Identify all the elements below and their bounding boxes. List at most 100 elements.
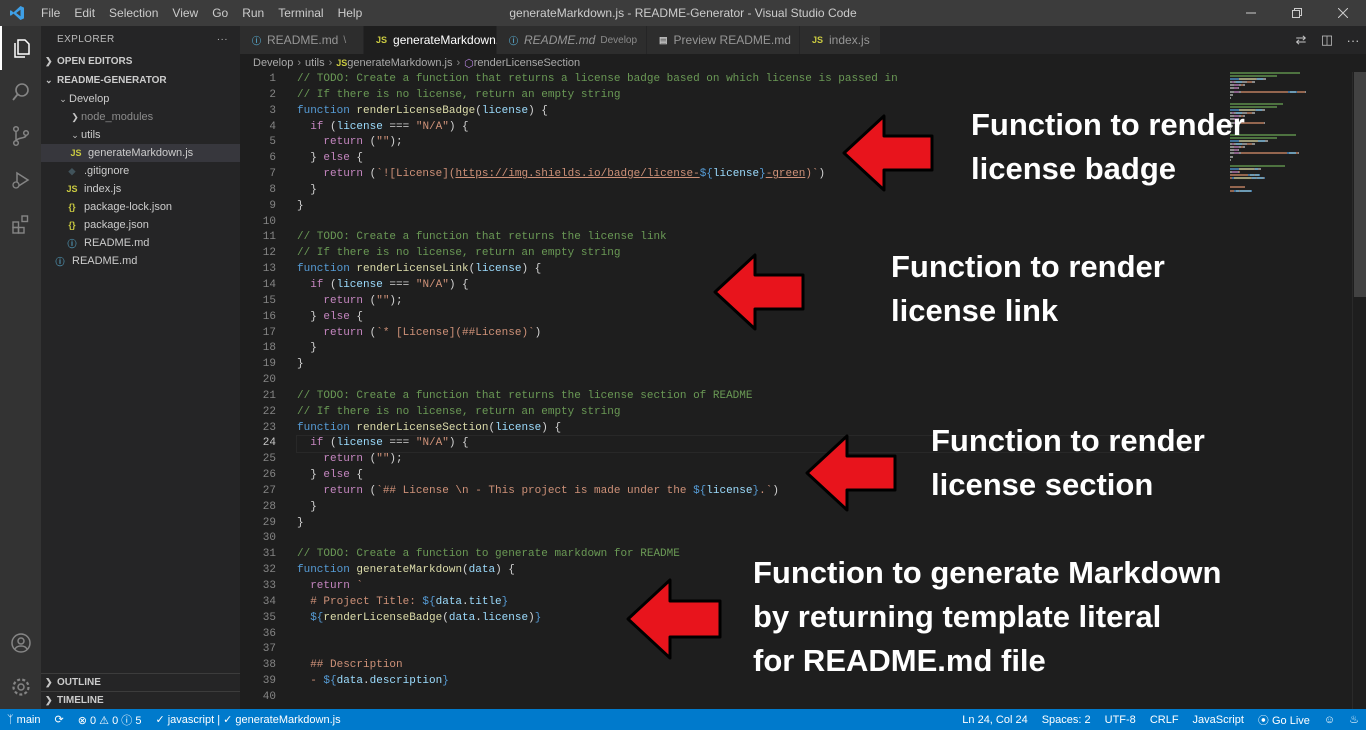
tree-item[interactable]: {} package-lock.json xyxy=(41,198,240,216)
language-check[interactable]: ✓ javascript | ✓ generateMarkdown.js xyxy=(148,713,347,726)
code-token: "" xyxy=(376,294,390,307)
line-number: 21 xyxy=(262,389,276,402)
tab-generatemarkdown-js[interactable]: JSgenerateMarkdown.js✕ xyxy=(364,26,524,54)
line-number: 7 xyxy=(269,168,276,181)
tab-preview-readme-md[interactable]: ▤ Preview README.md xyxy=(647,26,800,54)
code-line[interactable]: } xyxy=(297,357,1197,373)
restore-icon[interactable] xyxy=(1274,0,1320,26)
tree-item[interactable]: {} package.json xyxy=(41,216,240,234)
code-line[interactable] xyxy=(297,531,1197,547)
minimize-icon[interactable] xyxy=(1228,0,1274,26)
tree-item[interactable]: ⓘ README.md xyxy=(41,252,240,270)
annotation-line: license section xyxy=(931,467,1154,502)
chevron-down-icon: ⌄ xyxy=(71,129,79,140)
menu-item-selection[interactable]: Selection xyxy=(102,0,165,26)
menu-item-view[interactable]: View xyxy=(165,0,205,26)
code-line[interactable]: } xyxy=(297,341,1197,357)
breadcrumb-item[interactable]: utils xyxy=(305,57,325,69)
code-line[interactable]: } xyxy=(297,199,1197,215)
code-line[interactable] xyxy=(297,373,1197,389)
menu-item-edit[interactable]: Edit xyxy=(67,0,102,26)
tab-index-js[interactable]: JS index.js xyxy=(800,26,881,54)
line-number: 38 xyxy=(262,659,276,672)
indentation[interactable]: Spaces: 2 xyxy=(1035,714,1098,726)
breadcrumb-item[interactable]: Develop xyxy=(253,57,293,69)
tab-readme-md[interactable]: ⓘ README.md \ xyxy=(240,26,364,54)
window-controls xyxy=(1228,0,1366,26)
minimap-line xyxy=(1230,174,1352,177)
source-control-icon[interactable] xyxy=(0,114,41,158)
tree-item[interactable]: ⓘ README.md xyxy=(41,234,240,252)
more-actions-icon[interactable]: ··· xyxy=(217,34,228,45)
close-icon[interactable] xyxy=(1320,0,1366,26)
code-line[interactable] xyxy=(297,215,1197,231)
project-section[interactable]: ⌄ README-GENERATOR xyxy=(41,71,240,90)
editor-scrollbar[interactable] xyxy=(1352,72,1366,709)
line-number: 17 xyxy=(262,326,276,339)
code-token: ) xyxy=(528,611,535,624)
code-token: ${ xyxy=(310,611,324,624)
tab-label: Preview README.md xyxy=(673,33,791,47)
run-debug-icon[interactable] xyxy=(0,158,41,202)
breadcrumb-item[interactable]: renderLicenseSection xyxy=(474,57,580,69)
code-token: ${ xyxy=(693,484,707,497)
tree-item[interactable]: ⌄ utils xyxy=(41,126,240,144)
line-ending[interactable]: CRLF xyxy=(1143,714,1186,726)
tree-item-label: package.json xyxy=(84,219,149,231)
notifications-bell-icon[interactable]: ♨ xyxy=(1342,713,1366,726)
menu-item-help[interactable]: Help xyxy=(331,0,370,26)
menu-item-terminal[interactable]: Terminal xyxy=(271,0,330,26)
breadcrumb-item[interactable]: generateMarkdown.js xyxy=(347,57,452,69)
tree-item[interactable]: ❯ node_modules xyxy=(41,108,240,126)
more-actions-icon[interactable]: ··· xyxy=(1340,33,1366,48)
code-token: `## License \n - This project is made un… xyxy=(376,484,694,497)
minimap-segment xyxy=(1252,90,1288,93)
explorer-icon[interactable] xyxy=(0,26,41,70)
go-live-button[interactable]: ⦿ Go Live xyxy=(1251,712,1317,728)
scrollbar-thumb[interactable] xyxy=(1354,72,1366,297)
sync-icon[interactable]: ⟳ xyxy=(48,713,71,726)
encoding[interactable]: UTF-8 xyxy=(1098,714,1143,726)
tree-item[interactable]: ◆ .gitignore xyxy=(41,162,240,180)
code-line[interactable] xyxy=(297,690,1197,706)
minimap-line xyxy=(1230,106,1352,109)
info-file-icon: ⓘ xyxy=(252,35,262,46)
code-token: === xyxy=(382,120,416,133)
tree-item[interactable]: ⌄ Develop xyxy=(41,90,240,108)
minimap-segment xyxy=(1298,152,1300,155)
tab-readme-md[interactable]: ⓘ README.md Develop xyxy=(497,26,647,54)
breadcrumb: Develop › utils › JS generateMarkdown.js › ⬡ r… xyxy=(240,54,580,72)
tree-item[interactable]: JS generateMarkdown.js xyxy=(41,144,240,162)
branch-indicator[interactable]: ᛉ main xyxy=(0,714,48,726)
outline-section[interactable]: ❯ OUTLINE xyxy=(41,673,240,691)
extensions-icon[interactable] xyxy=(0,202,41,246)
open-editors-section[interactable]: ❯ OPEN EDITORS xyxy=(41,52,240,71)
language-mode[interactable]: JavaScript xyxy=(1186,714,1251,726)
menu-item-go[interactable]: Go xyxy=(205,0,235,26)
info-file-icon: ⓘ xyxy=(55,256,65,267)
account-icon[interactable] xyxy=(0,621,41,665)
split-editor-icon[interactable]: ◫ xyxy=(1314,32,1340,48)
code-line[interactable]: } xyxy=(297,516,1197,532)
compare-changes-icon[interactable]: ⇄ xyxy=(1288,32,1314,48)
code-line[interactable]: // If there is no license, return an emp… xyxy=(297,88,1197,104)
code-token: ( xyxy=(475,104,482,117)
search-icon[interactable] xyxy=(0,70,41,114)
minimap-line xyxy=(1230,84,1352,87)
line-number-gutter: 1 2 3 4 5 6 7 8 9 10 11 12 13 14 15 16 17 18 19 20 21 22 23 24 2… xyxy=(240,72,284,706)
code-line[interactable]: // TODO: Create a function that returns … xyxy=(297,230,1197,246)
timeline-section[interactable]: ❯ TIMELINE xyxy=(41,691,240,709)
problems-indicator[interactable]: ⊗ 0 ⚠ 0 ⓘ 5 xyxy=(71,712,149,728)
menu-item-file[interactable]: File xyxy=(34,0,67,26)
code-line[interactable]: // TODO: Create a function that returns … xyxy=(297,72,1197,88)
tree-item[interactable]: JS index.js xyxy=(41,180,240,198)
cursor-position[interactable]: Ln 24, Col 24 xyxy=(955,714,1034,726)
code-line[interactable]: // TODO: Create a function that returns … xyxy=(297,389,1197,405)
code-token: license xyxy=(495,421,542,434)
feedback-icon[interactable]: ☺ xyxy=(1317,714,1342,726)
minimap[interactable] xyxy=(1230,72,1352,212)
minimap-segment xyxy=(1263,78,1267,81)
settings-gear-icon[interactable] xyxy=(0,665,41,709)
menu-item-run[interactable]: Run xyxy=(235,0,271,26)
